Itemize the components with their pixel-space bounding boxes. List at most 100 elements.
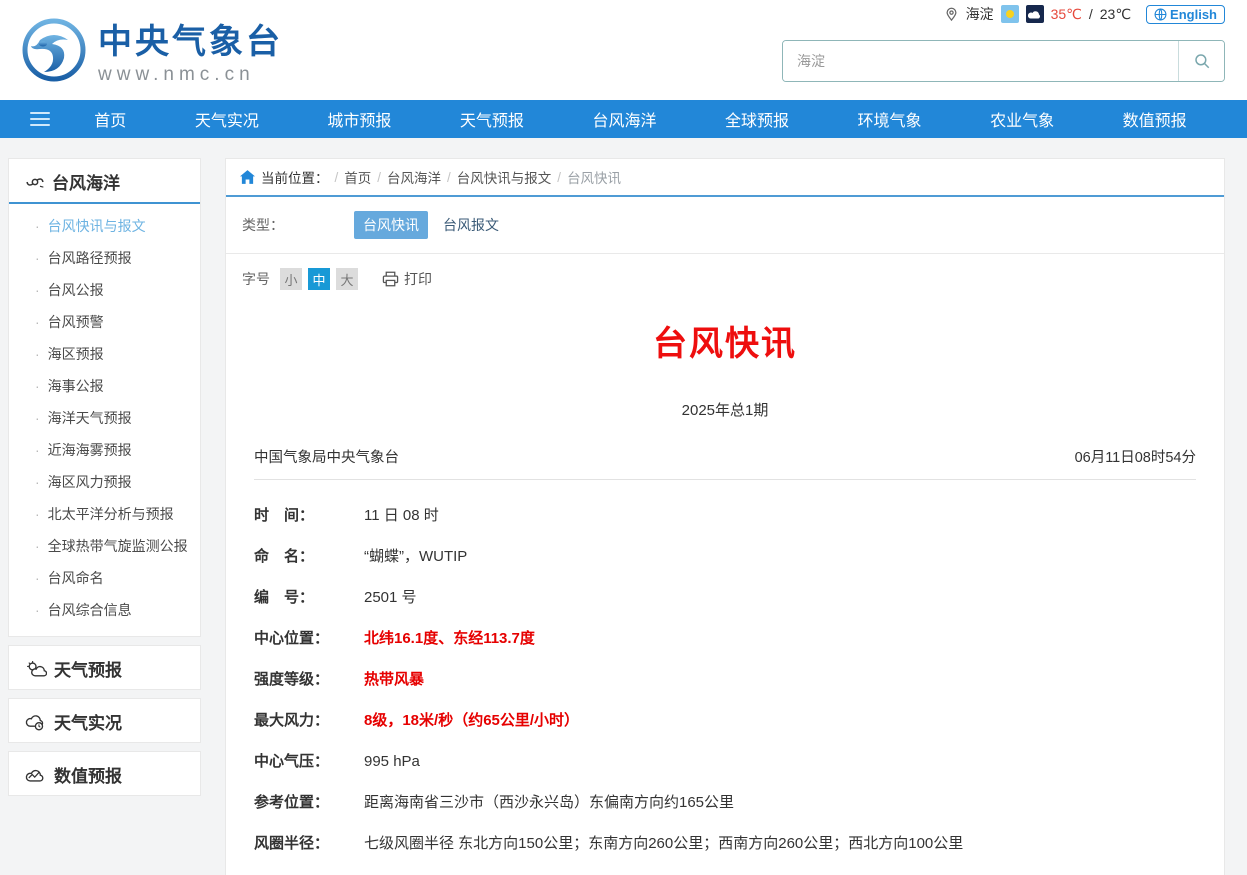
- breadcrumb-item-label: 首页: [344, 171, 372, 186]
- sidebar-item-label: 台风快讯与报文: [47, 218, 146, 234]
- topbar: 海淀 35℃ / 23℃ English: [944, 2, 1225, 26]
- nav-item[interactable]: 台风海洋: [582, 99, 666, 139]
- breadcrumb-item[interactable]: / 首页: [335, 167, 372, 187]
- nav-item[interactable]: 首页: [84, 99, 136, 139]
- row-label: 编 号：: [254, 589, 315, 606]
- article-issue: 2025年总1期: [681, 402, 769, 419]
- sidebar-item[interactable]: · 台风快讯与报文: [9, 210, 200, 242]
- english-button[interactable]: English: [1146, 4, 1225, 24]
- site-header: 中央气象台 www.nmc.cn 海淀 35℃ / 23℃ English 海淀: [0, 0, 1247, 100]
- nav-item[interactable]: 数值预报: [1113, 99, 1197, 139]
- sidebar-item[interactable]: · 海洋天气预报: [9, 402, 200, 434]
- sidebar-item[interactable]: · 台风命名: [9, 562, 200, 594]
- article-meta: 中国气象局中央气象台 06月11日08时54分: [254, 446, 1196, 480]
- sidebar-item[interactable]: · 台风公报: [9, 274, 200, 306]
- nmc-logo-icon: [22, 18, 86, 82]
- article-toolbar: 字号 小 中 大 打印: [226, 254, 1224, 300]
- sidebar-item[interactable]: · 台风预警: [9, 306, 200, 338]
- header-right: 海淀 35℃ / 23℃ English: [782, 0, 1225, 82]
- logo-text: 中央气象台 www.nmc.cn: [98, 14, 283, 86]
- breadcrumb-item[interactable]: / 台风快讯与报文: [447, 167, 551, 187]
- fontsize-button[interactable]: 中: [308, 268, 330, 290]
- row-value: 北纬16.1度、东经113.7度: [364, 630, 535, 647]
- temperature-high: 35℃: [1050, 5, 1082, 22]
- sidebar-item[interactable]: · 全球热带气旋监测公报: [9, 530, 200, 562]
- breadcrumb-list: / 首页 / 台风海洋 / 台风快讯与报文 / 台风快讯: [335, 167, 622, 187]
- site-title: 中央气象台: [98, 23, 283, 61]
- row-value: 995 hPa: [364, 753, 420, 770]
- type-tab[interactable]: 台风快讯: [354, 211, 428, 239]
- sidebar-item[interactable]: · 台风路径预报: [9, 242, 200, 274]
- page-body: 台风海洋 · 台风快讯与报文 · 台风路径预报 · 台风公报 · 台风预警 · …: [0, 138, 1247, 875]
- search-button[interactable]: [1178, 41, 1224, 81]
- breadcrumb-item[interactable]: / 台风海洋: [377, 167, 441, 187]
- sidebar-item-label: 台风命名: [47, 570, 104, 586]
- print-button-label: 打印: [404, 271, 432, 287]
- row-label: 时 间：: [254, 507, 315, 524]
- sidebar-item[interactable]: · 北太平洋分析与预报: [9, 498, 200, 530]
- nav-item[interactable]: 全球预报: [715, 99, 799, 139]
- sidebar-item-label: 海事公报: [47, 378, 104, 394]
- row-label: 参考位置：: [254, 794, 330, 811]
- sidebar-item-label: 全球热带气旋监测公报: [47, 538, 188, 554]
- print-button[interactable]: 打印: [382, 269, 432, 289]
- type-tab[interactable]: 台风报文: [434, 211, 508, 239]
- search-input[interactable]: [783, 41, 1178, 81]
- row-value-wrap: 995 hPa: [364, 752, 1196, 772]
- sidebar-section-numerical-forecast[interactable]: 数值预报: [8, 751, 201, 796]
- article-info-row: 强度等级： 热带风暴: [254, 670, 1196, 690]
- temperature-separator: /: [1088, 6, 1093, 22]
- nav-item[interactable]: 天气预报: [450, 99, 534, 139]
- nav-item[interactable]: 天气实况: [185, 99, 269, 139]
- sidebar-item-label: 台风路径预报: [47, 250, 132, 266]
- bullet-icon: ·: [35, 506, 40, 522]
- sidebar-list: · 台风快讯与报文 · 台风路径预报 · 台风公报 · 台风预警 · 海区预报 …: [9, 204, 200, 636]
- fontsize-label: 字号: [242, 271, 270, 287]
- row-value: 距离海南省三沙市（西沙永兴岛）东偏南方向约165公里: [364, 794, 735, 811]
- sidebar-section-header[interactable]: 台风海洋: [9, 159, 200, 204]
- globe-icon: [1154, 7, 1167, 21]
- breadcrumb-separator: /: [377, 169, 382, 185]
- breadcrumb-separator: /: [334, 169, 339, 185]
- sidebar-item[interactable]: · 台风综合信息: [9, 594, 200, 626]
- sun-cloud-icon: [25, 659, 47, 679]
- row-value-wrap: 北纬16.1度、东经113.7度: [364, 629, 1196, 649]
- bullet-icon: ·: [35, 570, 40, 586]
- nav-item[interactable]: 农业气象: [980, 99, 1064, 139]
- bullet-icon: ·: [35, 346, 40, 362]
- location-label[interactable]: 海淀: [966, 4, 994, 24]
- breadcrumb-separator: /: [447, 169, 451, 185]
- sidebar-item[interactable]: · 近海海雾预报: [9, 434, 200, 466]
- sidebar-item[interactable]: · 海区预报: [9, 338, 200, 370]
- site-logo[interactable]: 中央气象台 www.nmc.cn: [22, 14, 283, 86]
- row-label: 风圈半径：: [254, 835, 330, 852]
- breadcrumb-separator: /: [557, 169, 562, 185]
- nav-item[interactable]: 环境气象: [848, 99, 932, 139]
- row-value-wrap: 距离海南省三沙市（西沙永兴岛）东偏南方向约165公里: [364, 793, 1196, 813]
- main-nav: 首页 天气实况 城市预报 天气预报 台风海洋 全球预报 环境气象 农业气象 数值…: [0, 100, 1247, 138]
- fontsize-button[interactable]: 小: [280, 268, 302, 290]
- home-icon[interactable]: [240, 170, 255, 184]
- fontsize-button[interactable]: 大: [336, 268, 358, 290]
- breadcrumb-item[interactable]: / 台风快讯: [557, 167, 621, 187]
- article-publish-time: 06月11日08时54分: [1074, 450, 1196, 466]
- sidebar-item[interactable]: · 海事公报: [9, 370, 200, 402]
- nav-item[interactable]: 城市预报: [317, 99, 401, 139]
- fontsize-buttons: 小 中 大: [280, 268, 358, 290]
- sidebar: 台风海洋 · 台风快讯与报文 · 台风路径预报 · 台风公报 · 台风预警 · …: [8, 158, 201, 804]
- bullet-icon: ·: [35, 442, 40, 458]
- menu-icon[interactable]: [30, 112, 50, 126]
- sidebar-item-label: 海区风力预报: [47, 474, 132, 490]
- typhoon-icon: [25, 172, 45, 192]
- sidebar-typhoon-section: 台风海洋 · 台风快讯与报文 · 台风路径预报 · 台风公报 · 台风预警 · …: [8, 158, 201, 637]
- row-label: 强度等级：: [254, 671, 330, 688]
- row-value-wrap: 2501 号: [364, 588, 1196, 608]
- english-button-label: English: [1170, 6, 1217, 22]
- bullet-icon: ·: [35, 602, 40, 618]
- sidebar-section-weather-live[interactable]: 天气实况: [8, 698, 201, 743]
- sidebar-item[interactable]: · 海区风力预报: [9, 466, 200, 498]
- sidebar-section-weather-forecast[interactable]: 天气预报: [8, 645, 201, 690]
- row-label: 中心位置：: [254, 630, 330, 647]
- search-icon: [1193, 52, 1211, 70]
- bullet-icon: ·: [35, 474, 40, 490]
